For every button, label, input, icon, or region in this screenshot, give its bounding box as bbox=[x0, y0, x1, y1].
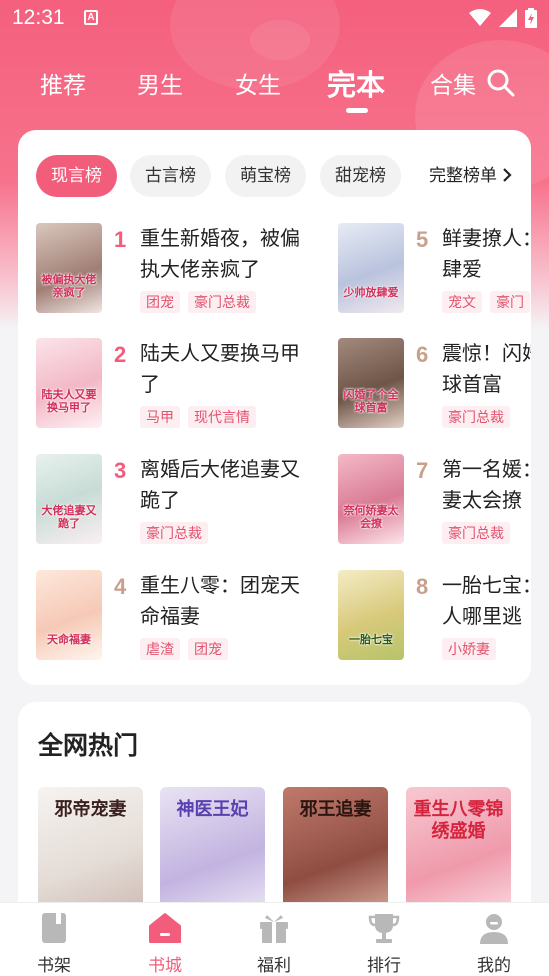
book-tag: 小娇妻 bbox=[442, 638, 496, 660]
filter-ancient-romance[interactable]: 古言榜 bbox=[130, 155, 211, 197]
section-title: 全网热门 bbox=[38, 731, 139, 760]
book-cover: 闪婚了个全球首富 bbox=[338, 338, 404, 428]
rank-number: 3 bbox=[114, 458, 127, 483]
book-tag: 现代言情 bbox=[188, 406, 256, 428]
battery-icon bbox=[525, 8, 537, 28]
book-title: 第一名媛：大佬娇妻太会撩 bbox=[442, 457, 531, 512]
nav-bookstore[interactable]: 书城 bbox=[135, 911, 195, 976]
rank-number: 4 bbox=[114, 574, 127, 599]
book-item[interactable]: 少帅放肆爱 5 鲜妻撩人：少帅放肆爱 宠文豪门 bbox=[338, 223, 531, 333]
book-cover: 少帅放肆爱 bbox=[338, 223, 404, 313]
nav-welfare[interactable]: 福利 bbox=[244, 911, 304, 976]
full-ranking-label: 完整榜单 bbox=[429, 166, 497, 186]
book-tag: 豪门总裁 bbox=[442, 406, 510, 428]
store-icon bbox=[149, 913, 181, 943]
book-title: 离婚后大佬追妻又跪了 bbox=[140, 457, 300, 512]
nav-bookshelf[interactable]: 书架 bbox=[24, 911, 84, 976]
book-title: 震惊！闪婚了个全球首富 bbox=[442, 341, 531, 396]
book-title: 陆夫人又要换马甲了 bbox=[140, 341, 300, 396]
rank-number: 2 bbox=[114, 342, 127, 367]
bottom-nav: 书架 书城 福利 排行 我的 bbox=[0, 902, 549, 976]
book-item[interactable]: 奈何娇妻太会撩 7 第一名媛：大佬娇妻太会撩 豪门总裁 bbox=[338, 454, 531, 564]
rank-number: 6 bbox=[416, 342, 429, 367]
book-tag: 虐渣 bbox=[140, 638, 180, 660]
filter-sweet-love[interactable]: 甜宠榜 bbox=[320, 155, 401, 197]
active-tab-indicator bbox=[346, 108, 368, 113]
book-tag: 宠文 bbox=[442, 291, 482, 313]
book-title: 重生八零：团宠天命福妻 bbox=[140, 573, 300, 628]
book-title: 重生新婚夜，被偏执大佬亲疯了 bbox=[140, 226, 300, 281]
gift-icon bbox=[260, 915, 288, 943]
book-item[interactable]: 天命福妻 4 重生八零：团宠天命福妻 虐渣 团宠 bbox=[36, 570, 336, 680]
book-item[interactable]: 闪婚了个全球首富 6 震惊！闪婚了个全球首富 豪门总裁 bbox=[338, 338, 531, 448]
book-tag: 马甲 bbox=[140, 406, 180, 428]
trophy-icon bbox=[368, 914, 400, 943]
book-item[interactable]: 被偏执大佬亲疯了 1 重生新婚夜，被偏执大佬亲疯了 团宠 豪门总裁 bbox=[36, 223, 336, 333]
search-icon[interactable] bbox=[486, 68, 516, 98]
rank-number: 5 bbox=[416, 227, 429, 252]
book-tag: 豪门总裁 bbox=[442, 522, 510, 544]
rank-number: 7 bbox=[416, 458, 429, 483]
bookshelf-icon bbox=[42, 913, 66, 943]
book-cover: 天命福妻 bbox=[36, 570, 102, 660]
top-tabs: 推荐 男生 女生 完本 合集 bbox=[0, 62, 549, 113]
book-title: 鲜妻撩人：少帅放肆爱 bbox=[442, 226, 531, 281]
status-time: 12:31 bbox=[12, 6, 65, 29]
nav-ranking[interactable]: 排行 bbox=[354, 911, 414, 976]
book-cover: 奈何娇妻太会撩 bbox=[338, 454, 404, 544]
notification-icon: A bbox=[84, 10, 98, 25]
status-bar: 12:31 A bbox=[0, 0, 549, 36]
signal-icon bbox=[499, 9, 517, 27]
book-item[interactable]: 陆夫人又要换马甲了 2 陆夫人又要换马甲了 马甲 现代言情 bbox=[36, 338, 336, 448]
filter-modern-romance[interactable]: 现言榜 bbox=[36, 155, 117, 197]
rank-number: 1 bbox=[114, 227, 127, 252]
nav-label: 书架 bbox=[37, 956, 71, 976]
book-cover: 陆夫人又要换马甲了 bbox=[36, 338, 102, 428]
book-item[interactable]: 一胎七宝 8 一胎七宝：总裁大人哪里逃 小娇妻 bbox=[338, 570, 531, 680]
book-tag: 团宠 bbox=[188, 638, 228, 660]
chevron-right-icon bbox=[503, 168, 512, 182]
book-item[interactable]: 大佬追妻又跪了 3 离婚后大佬追妻又跪了 豪门总裁 bbox=[36, 454, 336, 564]
tab-recommend[interactable]: 推荐 bbox=[40, 66, 86, 100]
tab-collection[interactable]: 合集 bbox=[430, 66, 476, 100]
tab-female[interactable]: 女生 bbox=[235, 66, 281, 100]
tab-male[interactable]: 男生 bbox=[137, 66, 183, 100]
ranking-card: 现言榜 古言榜 萌宝榜 甜宠榜 完整榜单 被偏执大佬亲疯了 1 重生新婚夜，被偏… bbox=[18, 130, 531, 685]
profile-icon bbox=[480, 914, 508, 944]
wifi-icon bbox=[469, 9, 491, 26]
book-cover: 大佬追妻又跪了 bbox=[36, 454, 102, 544]
filter-cute-baby[interactable]: 萌宝榜 bbox=[225, 155, 306, 197]
nav-label: 排行 bbox=[367, 956, 401, 976]
ranking-filters: 现言榜 古言榜 萌宝榜 甜宠榜 完整榜单 bbox=[36, 155, 531, 199]
nav-label: 福利 bbox=[257, 956, 291, 976]
book-title: 一胎七宝：总裁大人哪里逃 bbox=[442, 573, 531, 628]
book-tag: 豪门总裁 bbox=[140, 522, 208, 544]
full-ranking-link[interactable]: 完整榜单 bbox=[429, 155, 512, 197]
nav-label: 书城 bbox=[148, 956, 182, 976]
book-tag: 豪门总裁 bbox=[188, 291, 256, 313]
book-tag: 团宠 bbox=[140, 291, 180, 313]
nav-profile[interactable]: 我的 bbox=[464, 911, 524, 976]
rank-number: 8 bbox=[416, 574, 429, 599]
book-cover: 被偏执大佬亲疯了 bbox=[36, 223, 102, 313]
nav-label: 我的 bbox=[477, 956, 511, 976]
tab-completed[interactable]: 完本 bbox=[327, 62, 385, 104]
book-tag: 豪门 bbox=[490, 291, 530, 313]
book-cover: 一胎七宝 bbox=[338, 570, 404, 660]
